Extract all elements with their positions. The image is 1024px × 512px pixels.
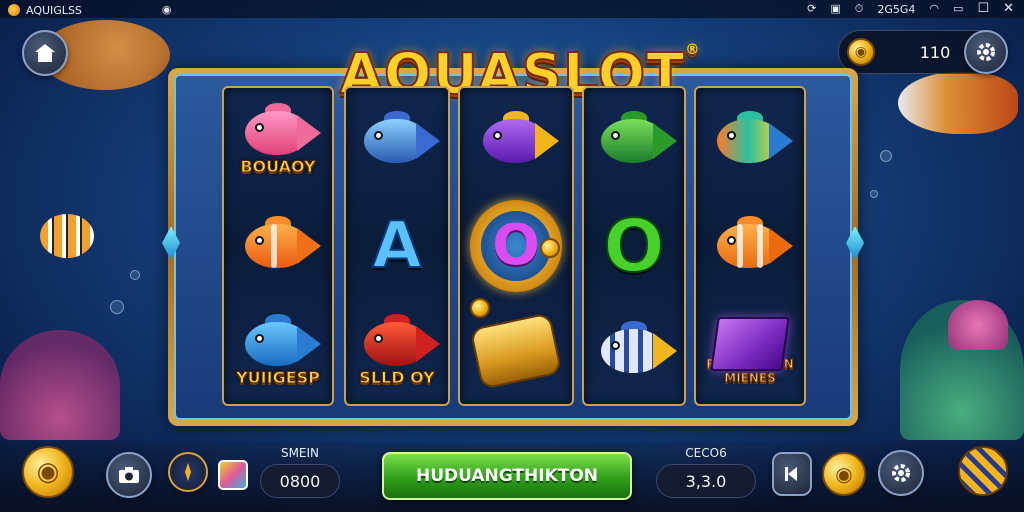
coral-left [0, 330, 120, 440]
coin-stack-icon[interactable]: ◉ [22, 446, 74, 498]
letter-o-symbol: O [602, 203, 665, 288]
coin-amount: 110 [919, 43, 951, 62]
win-value: 3,3.0 [656, 464, 756, 498]
status-right: ⟳ ▣ ⏱ 2G5G4 ◠ ▭ ☐ ✕ [807, 1, 1014, 17]
home-button[interactable] [22, 30, 68, 76]
coral-right-pink [948, 300, 1008, 350]
reel-symbol [696, 193, 804, 298]
striped-shell-icon[interactable] [958, 446, 1008, 496]
coin-icon [470, 298, 490, 318]
bubble [880, 150, 892, 162]
reel-symbol: A [346, 193, 448, 298]
back-button[interactable] [772, 452, 812, 496]
orange-fish-icon [235, 215, 321, 274]
refresh-icon[interactable]: ⟳ [807, 1, 816, 17]
reel-symbol [460, 88, 572, 193]
screenshot-icon[interactable]: ▣ [830, 1, 840, 17]
win-label: CECO6 [685, 446, 727, 460]
window-icon[interactable]: ▭ [953, 1, 963, 17]
striped-fish-icon [591, 321, 677, 379]
trademark-mark: ® [685, 42, 701, 58]
settings-gear-button[interactable] [878, 450, 924, 496]
reel-symbol [346, 88, 448, 193]
cube-icon[interactable] [218, 460, 248, 490]
close-button[interactable]: ✕ [1003, 1, 1014, 17]
background-fish-right [898, 72, 1018, 134]
bet-label: SMEIN [280, 446, 320, 460]
signal-text: 2G5G4 [877, 2, 916, 16]
reel-2: A SLLD OY [344, 86, 450, 406]
gold-scroll-icon [469, 312, 563, 390]
alarm-icon: ⏱ [854, 2, 864, 15]
background-small-fish [40, 214, 94, 258]
bubble [870, 190, 878, 198]
coin-icon: ◉ [847, 38, 875, 66]
status-bar: AQUIGLSS ◉ ⟳ ▣ ⏱ 2G5G4 ◠ ▭ ☐ ✕ [0, 0, 1024, 18]
settings-button[interactable] [964, 30, 1008, 74]
bet-value: 0800 [260, 464, 340, 498]
purple-fish-icon [473, 110, 559, 169]
compass-icon [185, 463, 191, 481]
gold-coin-button[interactable]: ◉ [822, 452, 866, 496]
reel-symbol: PERMIIONON MIENES [696, 298, 804, 403]
green-fish-icon [591, 110, 677, 169]
app-icon [8, 4, 20, 16]
status-left: AQUIGLSS ◉ [8, 2, 172, 18]
reel-symbol [584, 88, 684, 193]
reel-symbol: BOUAOY [224, 88, 332, 193]
reel-3: O [458, 86, 574, 406]
reel-5: PERMIIONON MIENES [694, 86, 806, 406]
reel-4: O [582, 86, 686, 406]
app-name: AQUIGLSS [26, 3, 82, 17]
maximize-button[interactable]: ☐ [977, 1, 989, 17]
gear-icon [892, 464, 910, 482]
bubble [110, 300, 124, 314]
compass-button[interactable] [168, 452, 208, 492]
blue-fish-icon [354, 110, 440, 169]
wifi-icon: ◠ [929, 2, 940, 15]
gear-icon [977, 43, 995, 61]
reel-1: BOUAOY YUIIGESP [222, 86, 334, 406]
rewind-icon [785, 467, 797, 481]
reel-symbol: YUIIGESP [224, 298, 332, 403]
coin-icon [540, 238, 560, 258]
reel-symbol [224, 193, 332, 298]
bubble [130, 270, 140, 280]
reel-symbol [696, 88, 804, 193]
pink-fish-icon [235, 103, 321, 161]
letter-a-symbol: A [371, 208, 423, 283]
app-settings-icon[interactable]: ◉ [162, 2, 172, 18]
blue-fish-icon [235, 313, 321, 372]
reel-symbol: O [584, 193, 684, 298]
clown-fish-icon [707, 215, 793, 274]
spin-button[interactable]: HUDUANGTHIKTON [382, 452, 632, 500]
home-icon [35, 44, 55, 62]
camera-icon [119, 467, 139, 483]
purple-jewel-icon [710, 317, 790, 372]
red-fish-icon [354, 313, 440, 372]
camera-button[interactable] [106, 452, 152, 498]
tropical-fish-icon [707, 110, 793, 169]
reel-symbol [584, 298, 684, 403]
reel-symbol: SLLD OY [346, 298, 448, 403]
